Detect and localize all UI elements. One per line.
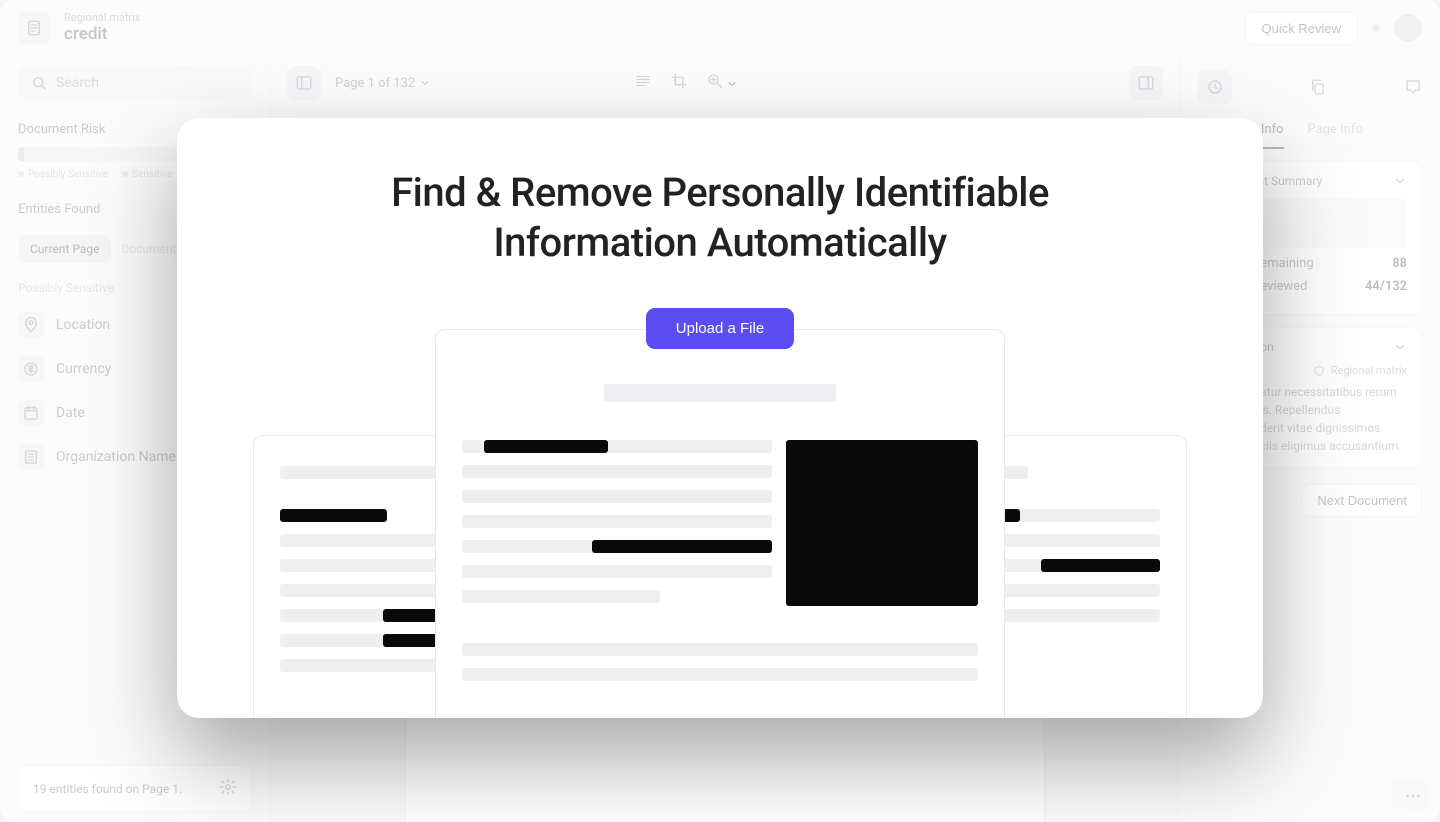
upload-file-button[interactable]: Upload a File xyxy=(646,308,794,349)
mock-preview xyxy=(237,327,1203,718)
modal-overlay: Find & Remove Personally Identifiable In… xyxy=(0,0,1440,822)
upload-modal: Find & Remove Personally Identifiable In… xyxy=(177,118,1263,718)
modal-title: Find & Remove Personally Identifiable In… xyxy=(237,168,1203,268)
